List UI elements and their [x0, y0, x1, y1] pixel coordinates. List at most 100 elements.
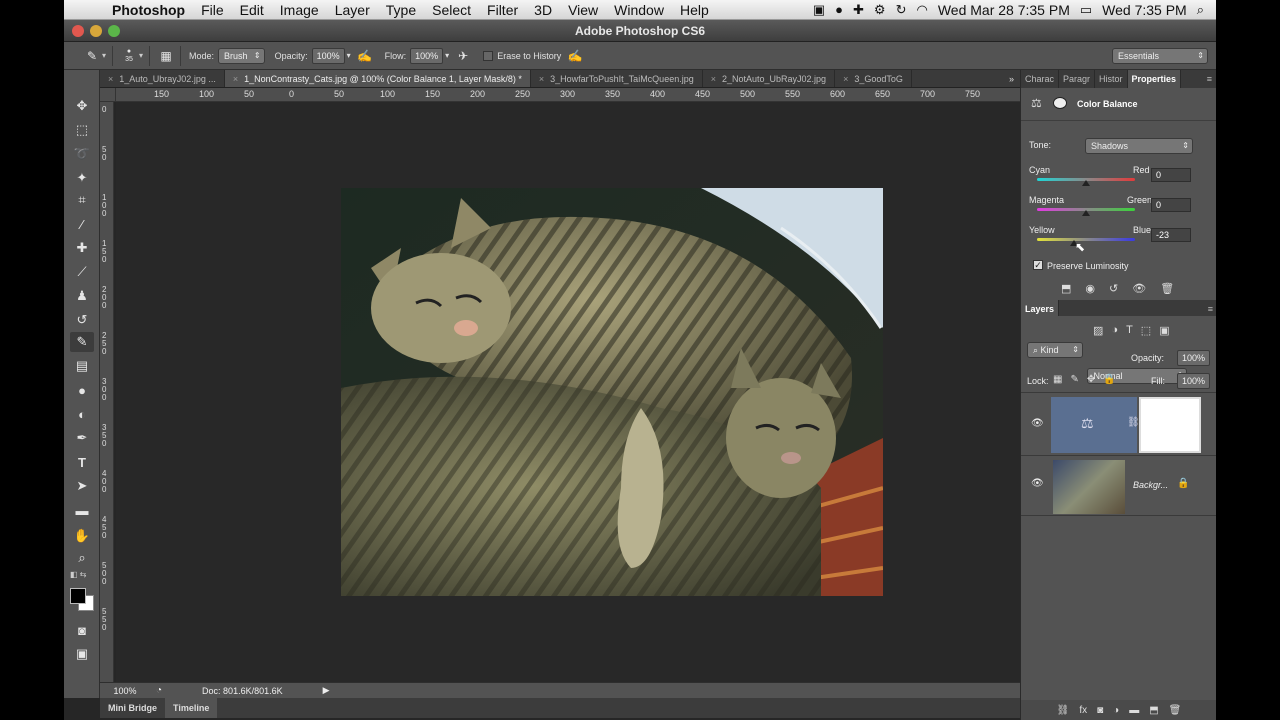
tab-paragraph[interactable]: Paragr	[1059, 70, 1096, 88]
clone-stamp-icon[interactable]: ♟	[70, 286, 94, 306]
layer-row-background[interactable]: 👁 Backgr... 🔒	[1021, 456, 1217, 516]
new-adjustment-icon[interactable]: ◑	[1113, 705, 1119, 716]
crop-tool-icon[interactable]: ⌗	[70, 190, 94, 210]
menu-image[interactable]: Image	[272, 2, 327, 18]
close-tab-icon[interactable]: ×	[539, 74, 544, 84]
menu-app[interactable]: Photoshop	[108, 2, 193, 18]
adjustment-filter-icon[interactable]: ◑	[1111, 324, 1118, 337]
preserve-luminosity-checkbox[interactable]: ✓	[1033, 260, 1043, 270]
menu-window[interactable]: Window	[606, 2, 672, 18]
sync-icon[interactable]: ↻	[896, 2, 907, 18]
yellow-blue-value[interactable]: -23	[1151, 228, 1191, 242]
layer-mask-thumbnail[interactable]	[1139, 397, 1201, 453]
dodge-tool-icon[interactable]: ◐	[70, 404, 94, 424]
tab-timeline[interactable]: Timeline	[165, 698, 218, 718]
airbrush-icon[interactable]: ✈	[453, 46, 473, 66]
tone-select[interactable]: Shadows	[1085, 138, 1193, 154]
gradient-tool-icon[interactable]: ▤	[70, 356, 94, 376]
clip-to-layer-icon[interactable]: ⬒	[1061, 282, 1071, 295]
new-layer-icon[interactable]: ⬒	[1149, 705, 1158, 716]
eraser-tool-icon[interactable]: ✎	[70, 332, 94, 352]
close-tab-icon[interactable]: ×	[711, 74, 716, 84]
clock-short[interactable]: Wed 7:35 PM	[1102, 2, 1187, 18]
pressure-size-icon[interactable]: ✍	[565, 46, 585, 66]
healing-brush-icon[interactable]: ✚	[70, 238, 94, 258]
hand-tool-icon[interactable]: ✋	[70, 526, 94, 546]
type-filter-icon[interactable]: T	[1126, 324, 1133, 337]
tab-properties[interactable]: Properties	[1127, 70, 1182, 88]
lock-position-icon[interactable]: ✥	[1087, 374, 1095, 385]
cyan-red-value[interactable]: 0	[1151, 168, 1191, 182]
visibility-eye-icon[interactable]: 👁	[1031, 478, 1044, 489]
document-canvas[interactable]	[116, 102, 1020, 682]
panel-menu-icon[interactable]: ≡	[1203, 70, 1216, 88]
mode-select[interactable]: Brush	[218, 47, 265, 64]
menu-layer[interactable]: Layer	[327, 2, 378, 18]
close-tab-icon[interactable]: ×	[108, 74, 113, 84]
magic-wand-icon[interactable]: ✦	[70, 168, 94, 188]
menu-view[interactable]: View	[560, 2, 606, 18]
opacity-field[interactable]: 100%	[311, 47, 345, 64]
layer-row-color-balance[interactable]: 👁 ⚖ ⛓	[1021, 392, 1217, 456]
magenta-green-value[interactable]: 0	[1151, 198, 1191, 212]
workspace-select[interactable]: Essentials	[1112, 47, 1208, 64]
tab-character[interactable]: Charac	[1021, 70, 1060, 88]
cyan-red-thumb[interactable]	[1082, 180, 1090, 186]
type-tool-icon[interactable]: T	[70, 452, 94, 472]
menu-help[interactable]: Help	[672, 2, 717, 18]
delete-layer-icon[interactable]: 🗑	[1169, 705, 1182, 716]
cats-photo[interactable]	[341, 188, 883, 596]
path-select-icon[interactable]: ➤	[70, 476, 94, 496]
pressure-opacity-icon[interactable]: ✍	[355, 46, 375, 66]
menu-type[interactable]: Type	[378, 2, 424, 18]
lock-transparent-icon[interactable]: ▦	[1053, 374, 1062, 385]
close-window-button[interactable]	[72, 25, 84, 37]
default-colors-icon[interactable]: ◧ ⇆	[70, 570, 86, 579]
reset-icon[interactable]: ↺	[1109, 282, 1118, 295]
lock-image-icon[interactable]: ✎	[1070, 374, 1078, 385]
link-icon[interactable]: ⛓	[1127, 417, 1140, 428]
brush-panel-icon[interactable]: ▦	[156, 46, 176, 66]
pixel-filter-icon[interactable]: ▨	[1093, 324, 1103, 337]
view-previous-icon[interactable]: ◉	[1085, 282, 1095, 295]
close-tab-icon[interactable]: ×	[843, 74, 848, 84]
close-tab-icon[interactable]: ×	[233, 74, 238, 84]
pen-tool-icon[interactable]: ✒	[70, 428, 94, 448]
gear-icon[interactable]: ⚙	[874, 2, 886, 18]
opacity-dropdown-icon[interactable]: ▾	[347, 51, 351, 60]
brush-preset-icon[interactable]: ● 35	[119, 46, 139, 66]
lasso-tool-icon[interactable]: ➰	[70, 144, 94, 164]
menu-file[interactable]: File	[193, 2, 232, 18]
status-share-icon[interactable]: ◔	[156, 685, 162, 696]
kind-filter-select[interactable]: ⌕ Kind	[1027, 342, 1083, 358]
tab-history[interactable]: Histor	[1095, 70, 1128, 88]
magenta-green-thumb[interactable]	[1082, 210, 1090, 216]
document-tab[interactable]: × 3_GoodToG	[835, 70, 912, 87]
flow-dropdown-icon[interactable]: ▾	[445, 51, 449, 60]
wifi-icon[interactable]: ◠	[916, 2, 927, 18]
lock-all-icon[interactable]: 🔒	[1103, 374, 1115, 385]
quick-mask-icon[interactable]: ◙	[70, 620, 94, 640]
status-menu-arrow-icon[interactable]: ▶	[323, 685, 330, 696]
move-tool-icon[interactable]: ✥	[70, 96, 94, 116]
layers-menu-icon[interactable]: ≡	[1204, 300, 1217, 316]
mask-icon[interactable]	[1053, 97, 1067, 109]
tab-mini-bridge[interactable]: Mini Bridge	[100, 703, 165, 713]
zoom-level[interactable]: 100%	[110, 686, 140, 696]
more-tabs-icon[interactable]: »	[1003, 70, 1020, 87]
eraser-tool-icon[interactable]: ✎	[82, 46, 102, 66]
toggle-visibility-icon[interactable]: 👁	[1132, 282, 1146, 295]
menu-select[interactable]: Select	[424, 2, 479, 18]
foreground-color-swatch[interactable]	[70, 588, 86, 604]
background-layer-name[interactable]: Backgr...	[1133, 480, 1168, 490]
clock-date[interactable]: Wed Mar 28 7:35 PM	[938, 2, 1070, 18]
zoom-window-button[interactable]	[108, 25, 120, 37]
fill-field[interactable]: 100%	[1177, 373, 1211, 389]
layer-style-icon[interactable]: fx	[1079, 705, 1087, 716]
new-group-icon[interactable]: ▬	[1129, 705, 1139, 716]
link-layers-icon[interactable]: ⛓	[1057, 705, 1070, 716]
delete-adjustment-icon[interactable]: 🗑	[1160, 282, 1174, 295]
erase-history-checkbox[interactable]	[483, 50, 494, 61]
brush-tool-icon[interactable]: ⟋	[70, 262, 94, 282]
menu-filter[interactable]: Filter	[479, 2, 526, 18]
